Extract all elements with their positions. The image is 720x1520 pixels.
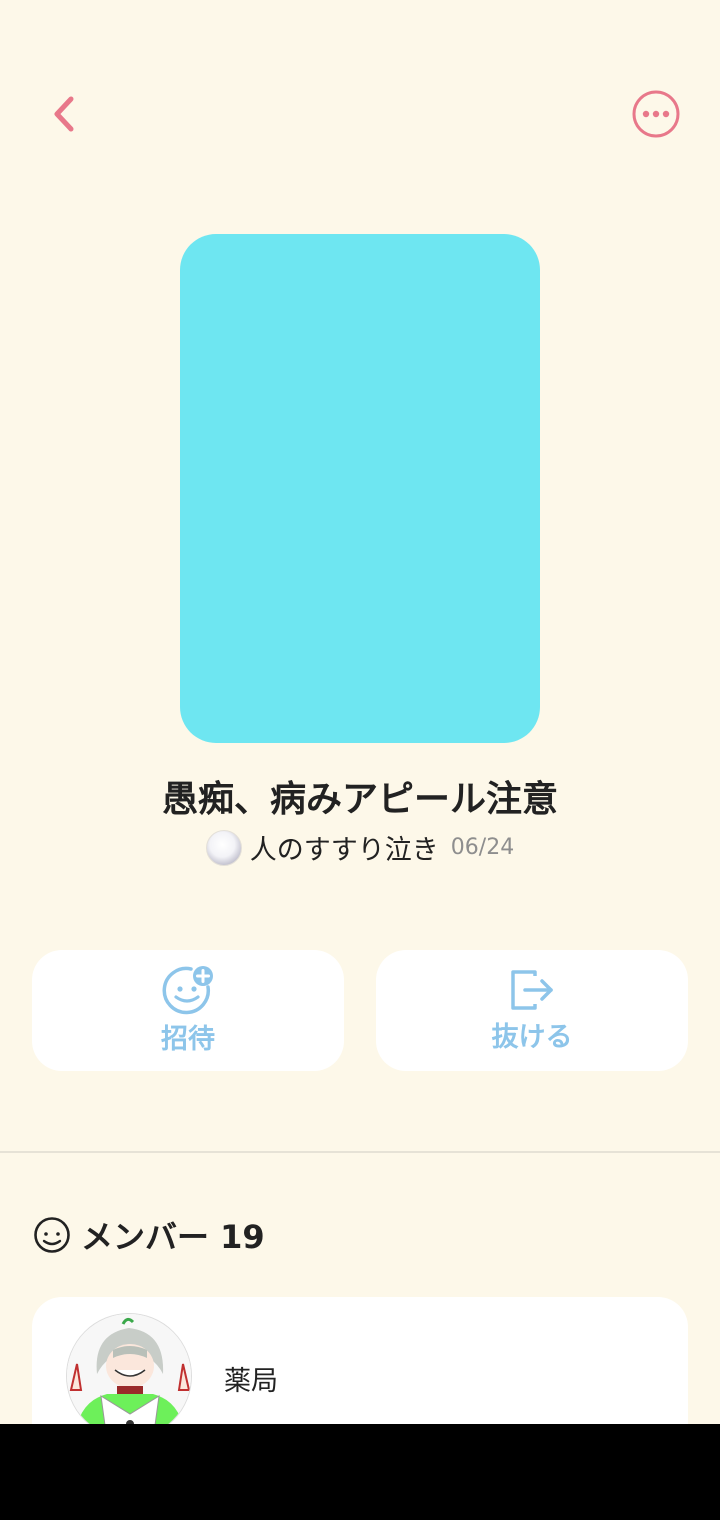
invite-label: 招待: [161, 1024, 215, 1055]
system-navigation-bar: [0, 1424, 720, 1520]
leave-button[interactable]: 抜ける: [376, 950, 688, 1071]
leave-label: 抜ける: [491, 1022, 573, 1053]
smiley-plus-icon: [162, 966, 213, 1015]
owner-name: 人のすすり泣き: [249, 835, 439, 866]
group-cover-image: [180, 234, 540, 743]
more-horizontal-icon: [632, 90, 680, 138]
members-title: メンバー 19: [81, 1218, 265, 1256]
invite-button[interactable]: 招待: [32, 950, 344, 1071]
owner-row[interactable]: 人のすすり泣き 06/24: [0, 828, 720, 867]
chevron-left-icon: [54, 96, 74, 132]
smiley-face-icon: [34, 1217, 70, 1253]
member-name: 薬局: [224, 1366, 278, 1397]
group-title: 愚痴、病みアピール注意: [161, 779, 558, 820]
created-date: 06/24: [450, 835, 515, 860]
exit-icon: [511, 970, 553, 1010]
section-divider: [0, 1151, 720, 1153]
owner-avatar: [205, 829, 242, 866]
members-header: メンバー 19: [33, 1212, 265, 1258]
more-options-button[interactable]: [630, 88, 682, 140]
back-button[interactable]: [38, 88, 90, 140]
member-avatar: [66, 1313, 192, 1439]
anime-character-avatar: [67, 1314, 191, 1438]
top-bar: [0, 0, 720, 200]
